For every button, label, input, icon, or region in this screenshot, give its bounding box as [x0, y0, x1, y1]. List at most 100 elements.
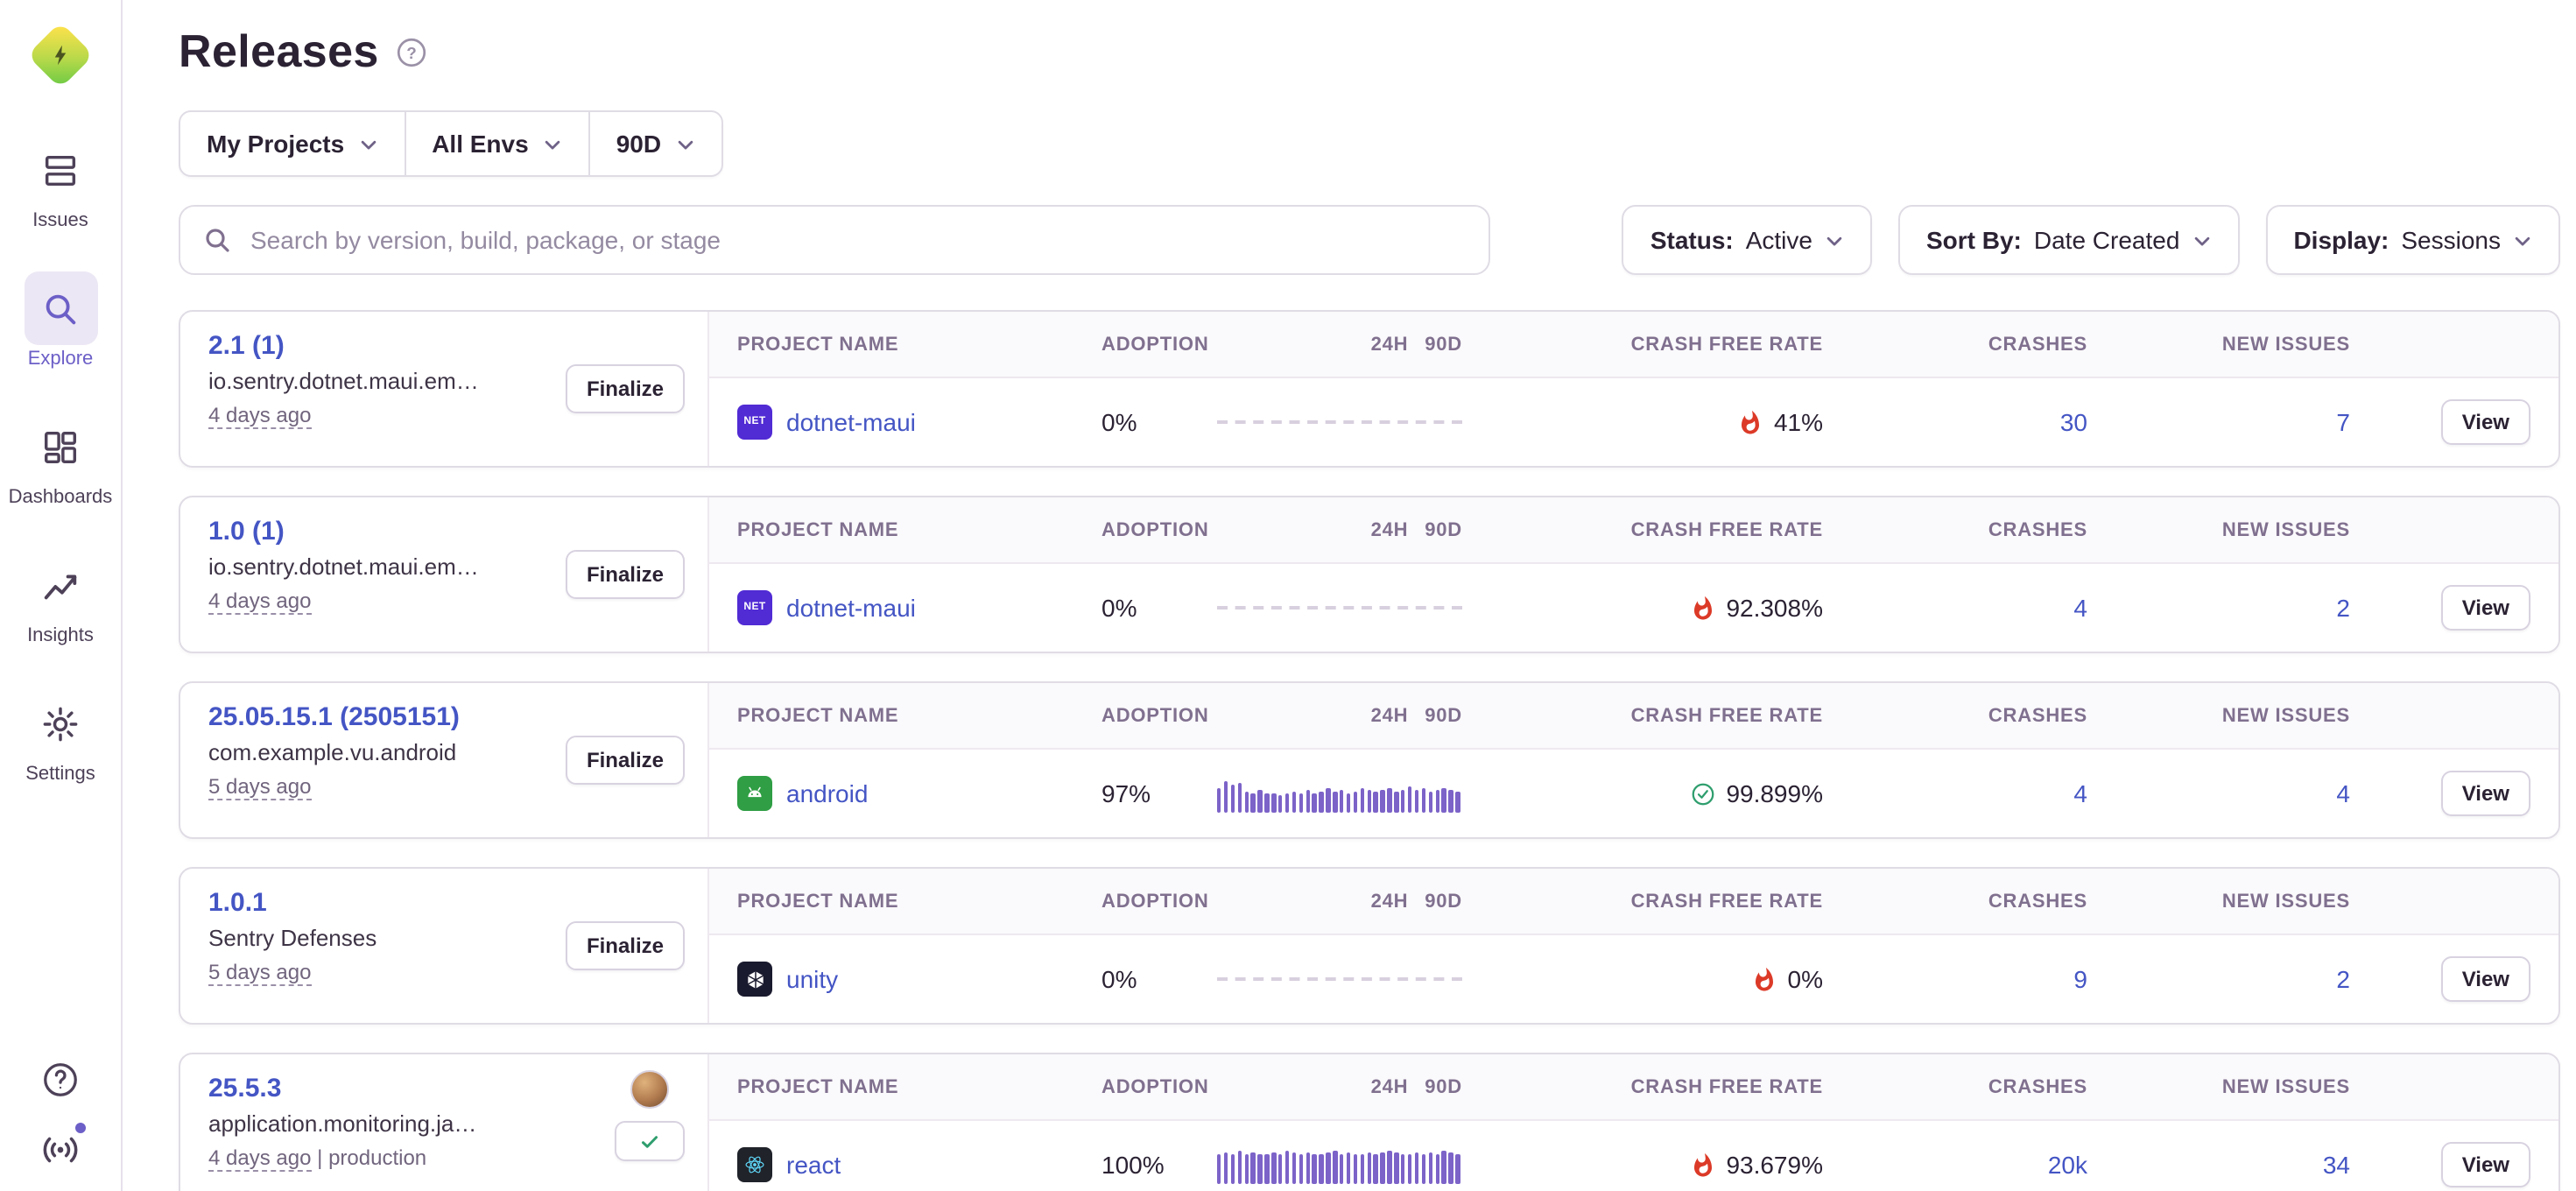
view-button[interactable]: View — [2441, 399, 2530, 445]
whats-new-button[interactable] — [36, 1124, 85, 1173]
notification-dot — [73, 1121, 87, 1135]
insights-icon — [24, 548, 97, 622]
column-header-adoption: ADOPTION — [1101, 705, 1217, 726]
sentry-logo-icon — [27, 21, 94, 88]
sessions-sparkline — [1217, 1145, 1462, 1184]
sort-by-dropdown[interactable]: Sort By: Date Created — [1898, 205, 2239, 275]
new-issues-link[interactable]: 2 — [2336, 594, 2350, 622]
crash-free-value: 99.899% — [1726, 779, 1823, 807]
sidebar-item-insights[interactable]: Insights — [3, 548, 118, 648]
new-issues-link[interactable]: 2 — [2336, 965, 2350, 993]
table-row: NET dotnet-maui 0% 41% 30 7 View — [709, 378, 2558, 466]
page-header: Releases ? — [179, 25, 2560, 79]
check-icon — [639, 1131, 660, 1152]
android-icon — [737, 776, 772, 811]
project-filter[interactable]: My Projects — [180, 112, 404, 175]
crashes-link[interactable]: 30 — [2060, 408, 2087, 436]
sort-by-label: Sort By: — [1926, 226, 2022, 254]
table-row: unity 0% 0% 9 2 View — [709, 935, 2558, 1023]
adoption-value: 97% — [1101, 779, 1217, 807]
chevron-down-icon — [2192, 230, 2211, 250]
crashes-link[interactable]: 9 — [2073, 965, 2087, 993]
status-dropdown[interactable]: Status: Active — [1622, 205, 1872, 275]
crashes-link[interactable]: 20k — [2048, 1151, 2087, 1179]
org-logo[interactable] — [27, 21, 94, 88]
column-header-chart: 24H 90D — [1217, 1076, 1462, 1097]
project-link[interactable]: android — [786, 779, 868, 807]
search-input[interactable] — [247, 224, 1466, 256]
finalized-check-button[interactable] — [615, 1121, 685, 1161]
date-range-filter[interactable]: 90D — [588, 112, 721, 175]
view-button[interactable]: View — [2441, 1142, 2530, 1187]
finalize-button[interactable]: Finalize — [566, 921, 685, 970]
fire-icon — [1737, 409, 1763, 435]
column-header-new-issues: NEW ISSUES — [2087, 891, 2350, 912]
table-header-row: PROJECT NAME ADOPTION 24H 90D CRASH FREE… — [709, 683, 2558, 750]
new-issues-link[interactable]: 7 — [2336, 408, 2350, 436]
fire-icon — [1689, 1152, 1715, 1178]
release-version-link[interactable]: 1.0.1 — [208, 886, 267, 920]
release-version-link[interactable]: 25.05.15.1 (2505151) — [208, 701, 460, 734]
column-header-new-issues: NEW ISSUES — [2087, 705, 2350, 726]
new-issues-link[interactable]: 4 — [2336, 779, 2350, 807]
display-value: Sessions — [2401, 226, 2501, 254]
new-issues-link[interactable]: 34 — [2323, 1151, 2350, 1179]
release-card: 25.05.15.1 (2505151) com.example.vu.andr… — [179, 681, 2560, 839]
gear-icon — [24, 687, 97, 760]
view-button[interactable]: View — [2441, 956, 2530, 1002]
release-table: PROJECT NAME ADOPTION 24H 90D CRASH FREE… — [709, 497, 2558, 652]
environment-filter[interactable]: All Envs — [404, 112, 588, 175]
release-version-link[interactable]: 2.1 (1) — [208, 329, 285, 363]
main-content: Releases ? My Projects All Envs 90D — [123, 0, 2576, 1191]
releases-page: Issues Explore Dashboards Insights — [0, 0, 2576, 1191]
sidebar-item-settings[interactable]: Settings — [3, 687, 118, 786]
column-header-new-issues: NEW ISSUES — [2087, 334, 2350, 355]
release-environment: production — [328, 1145, 426, 1170]
search-box[interactable] — [179, 205, 1490, 275]
release-version-link[interactable]: 1.0 (1) — [208, 515, 285, 548]
project-filter-label: My Projects — [207, 130, 344, 158]
column-header-crash-free: CRASH FREE RATE — [1462, 705, 1823, 726]
release-package: io.sentry.dotnet.maui.em… — [208, 366, 550, 396]
project-link[interactable]: dotnet-maui — [786, 408, 916, 436]
finalize-button[interactable]: Finalize — [566, 736, 685, 785]
svg-text:?: ? — [407, 44, 418, 62]
column-header-adoption: ADOPTION — [1101, 1076, 1217, 1097]
sessions-sparkline — [1217, 774, 1462, 813]
finalize-button[interactable]: Finalize — [566, 364, 685, 413]
release-version-link[interactable]: 25.5.3 — [208, 1072, 281, 1105]
view-button[interactable]: View — [2441, 585, 2530, 631]
release-card: 25.5.3 application.monitoring.ja… 4 days… — [179, 1053, 2560, 1191]
release-package: com.example.vu.android — [208, 737, 550, 767]
issues-icon — [24, 133, 97, 207]
column-header-chart: 24H 90D — [1217, 705, 1462, 726]
project-link[interactable]: dotnet-maui — [786, 594, 916, 622]
chevron-down-icon — [675, 134, 694, 153]
adoption-value: 0% — [1101, 594, 1217, 622]
column-header-crash-free: CRASH FREE RATE — [1462, 334, 1823, 355]
sidebar-item-dashboards[interactable]: Dashboards — [3, 410, 118, 510]
column-header-project: PROJECT NAME — [737, 334, 1101, 355]
crashes-link[interactable]: 4 — [2073, 594, 2087, 622]
help-button[interactable] — [36, 1054, 85, 1103]
sidebar-item-explore[interactable]: Explore — [3, 271, 118, 371]
help-circle-icon[interactable]: ? — [397, 36, 428, 67]
column-header-crashes: CRASHES — [1823, 334, 2087, 355]
sidebar-item-issues[interactable]: Issues — [3, 133, 118, 233]
crashes-link[interactable]: 4 — [2073, 779, 2087, 807]
sidebar-nav: Issues Explore Dashboards Insights — [3, 133, 118, 786]
display-dropdown[interactable]: Display: Sessions — [2265, 205, 2560, 275]
sidebar-item-label: Issues — [32, 210, 88, 233]
project-link[interactable]: unity — [786, 965, 838, 993]
table-header-row: PROJECT NAME ADOPTION 24H 90D CRASH FREE… — [709, 497, 2558, 564]
column-header-adoption: ADOPTION — [1101, 891, 1217, 912]
sessions-sparkline — [1217, 588, 1462, 627]
view-button[interactable]: View — [2441, 771, 2530, 816]
project-link[interactable]: react — [786, 1151, 841, 1179]
environment-filter-label: All Envs — [432, 130, 529, 158]
finalize-button[interactable]: Finalize — [566, 550, 685, 599]
table-row: react 100% 93.679% 20k 34 View — [709, 1121, 2558, 1191]
release-summary: 25.5.3 application.monitoring.ja… 4 days… — [180, 1054, 709, 1191]
crash-free-value: 41% — [1774, 408, 1823, 436]
fire-icon — [1751, 966, 1777, 992]
